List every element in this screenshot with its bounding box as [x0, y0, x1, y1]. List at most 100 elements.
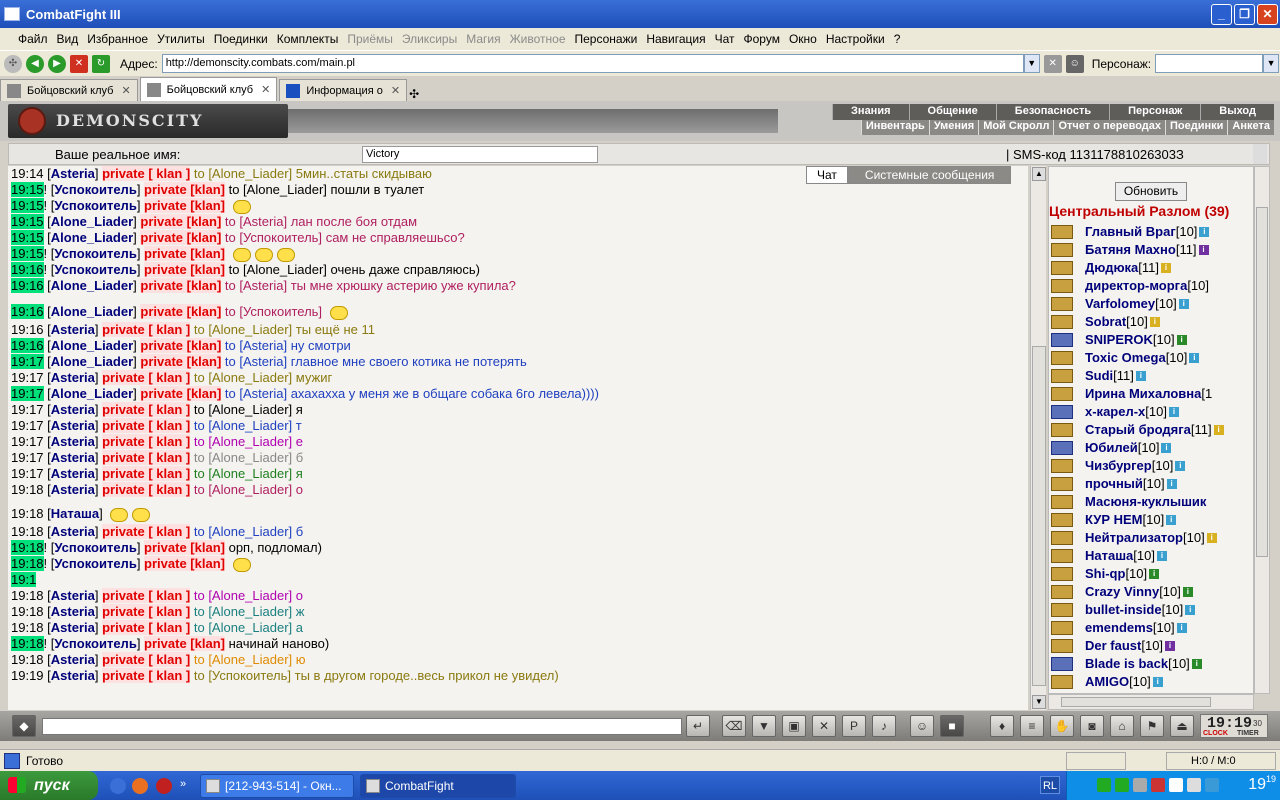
chat-nick[interactable]: Asteria: [51, 450, 95, 465]
tray-at-icon[interactable]: [1169, 778, 1183, 792]
chat-recipient[interactable]: to [Alone_Liader]: [229, 182, 327, 197]
user-action-icon[interactable]: [1051, 423, 1073, 437]
sound-icon[interactable]: ♪: [872, 715, 896, 737]
user-name[interactable]: Varfolomey: [1085, 295, 1155, 313]
chat-nick[interactable]: Успокоитель: [54, 636, 136, 651]
chat-recipient[interactable]: to [Alone_Liader]: [194, 604, 292, 619]
user-action-icon[interactable]: [1051, 585, 1073, 599]
game-nav-link[interactable]: Знания: [832, 104, 908, 120]
send-icon[interactable]: ↵: [686, 715, 710, 737]
private-tag[interactable]: private [klan]: [140, 304, 222, 319]
user-row[interactable]: SNIPEROK [10] i: [1049, 331, 1253, 349]
chat-nick[interactable]: Alone_Liader: [51, 214, 133, 229]
user-name[interactable]: Юбилей: [1085, 439, 1138, 457]
chat-recipient[interactable]: to [Alone_Liader]: [194, 402, 292, 417]
chat-options-icon[interactable]: ◆: [12, 715, 36, 737]
chat-nick[interactable]: Alone_Liader: [51, 386, 133, 401]
user-name[interactable]: Crazy Vinny: [1085, 583, 1159, 601]
chat-time[interactable]: 19:16: [11, 322, 44, 337]
game-nav-link[interactable]: Анкета: [1227, 120, 1274, 135]
chat-time[interactable]: 19:17: [11, 418, 44, 433]
user-action-icon[interactable]: [1051, 387, 1073, 401]
browser-tab[interactable]: Бойцовский клуб ✕: [0, 79, 138, 101]
chat-recipient[interactable]: to [Alone_Liader]: [194, 588, 292, 603]
user-row[interactable]: х-карел-х [10] i: [1049, 403, 1253, 421]
nav-pin-icon[interactable]: ✣: [4, 54, 22, 73]
menu-item[interactable]: Поединки: [214, 32, 268, 46]
stop-chat-icon[interactable]: ■: [940, 715, 964, 737]
menu-item[interactable]: Приёмы: [347, 32, 393, 46]
chat-time[interactable]: 19:17: [11, 370, 44, 385]
private-tag[interactable]: private [ klan ]: [102, 450, 191, 465]
game-nav-link[interactable]: Умения: [928, 120, 978, 135]
chat-time[interactable]: 19:18: [11, 604, 44, 619]
user-name[interactable]: Главный Враг: [1085, 223, 1176, 241]
browser-tab[interactable]: Информация о ✕: [279, 79, 408, 101]
menu-item[interactable]: Утилиты: [157, 32, 205, 46]
user-info-icon[interactable]: i: [1149, 317, 1160, 327]
chat-nick[interactable]: Asteria: [51, 166, 95, 181]
user-info-icon[interactable]: i: [1161, 263, 1172, 273]
chat-recipient[interactable]: to [Alone_Liader]: [194, 652, 292, 667]
private-tag[interactable]: private [klan]: [140, 386, 222, 401]
chat-nick[interactable]: Asteria: [51, 604, 95, 619]
user-info-icon[interactable]: i: [1191, 659, 1202, 669]
chat-nick[interactable]: Наташа: [51, 506, 99, 521]
chat-recipient[interactable]: to [Alone_Liader]: [194, 482, 292, 497]
private-tag[interactable]: private [ klan ]: [102, 402, 191, 417]
private-tag[interactable]: private [ klan ]: [102, 166, 191, 181]
task-item-1[interactable]: CombatFight: [360, 774, 516, 798]
user-action-icon[interactable]: [1051, 297, 1073, 311]
chat-time[interactable]: 19:18: [11, 540, 44, 555]
chat-recipient[interactable]: to [Alone_Liader]: [194, 466, 292, 481]
tray-network-icon[interactable]: [1133, 778, 1147, 792]
private-tag[interactable]: private [klan]: [144, 246, 225, 261]
chat-scroll-thumb[interactable]: [1032, 346, 1046, 686]
user-info-icon[interactable]: i: [1175, 461, 1186, 471]
chat-recipient[interactable]: to [Успокоитель]: [225, 304, 322, 319]
menu-item[interactable]: ?: [894, 32, 901, 46]
private-tag[interactable]: private [ klan ]: [102, 322, 191, 337]
user-action-icon[interactable]: [1051, 639, 1073, 653]
chat-time[interactable]: 19:17: [11, 402, 44, 417]
private-tag[interactable]: private [ klan ]: [102, 588, 191, 603]
user-row[interactable]: Varfolomey [10] i: [1049, 295, 1253, 313]
user-name[interactable]: Чизбургер: [1085, 457, 1152, 475]
chat-recipient[interactable]: to [Alone_Liader]: [194, 524, 292, 539]
user-name[interactable]: Дюдюка: [1085, 259, 1138, 277]
user-action-icon[interactable]: [1051, 261, 1073, 275]
chat-time[interactable]: 19:18: [11, 620, 44, 635]
game-nav-link[interactable]: Безопасность: [995, 104, 1109, 120]
user-name[interactable]: Shi-qp: [1085, 565, 1125, 583]
chat-recipient[interactable]: to [Alone_Liader]: [194, 322, 292, 337]
user-name[interactable]: Масюня-куклышик: [1085, 493, 1206, 511]
user-name[interactable]: Sobrat: [1085, 313, 1126, 331]
user-info-icon[interactable]: i: [1178, 299, 1189, 309]
chat-time[interactable]: 19:14: [11, 166, 44, 181]
game-nav-link[interactable]: Отчет о переводах: [1053, 120, 1165, 135]
user-info-icon[interactable]: i: [1161, 443, 1172, 453]
user-action-icon[interactable]: [1051, 531, 1073, 545]
chat-input[interactable]: [42, 718, 682, 735]
chat-nick[interactable]: Alone_Liader: [51, 354, 133, 369]
user-row[interactable]: Наташа [10] i: [1049, 547, 1253, 565]
private-tag[interactable]: private [klan]: [140, 278, 222, 293]
user-row[interactable]: Дюдюка [11] i: [1049, 259, 1253, 277]
user-action-icon[interactable]: [1051, 567, 1073, 581]
menu-item[interactable]: Избранное: [87, 32, 148, 46]
private-tag[interactable]: private [ klan ]: [102, 668, 191, 683]
chat-recipient[interactable]: to [Alone_Liader]: [194, 450, 292, 465]
user-row[interactable]: Ирина Михаловна [1: [1049, 385, 1253, 403]
chat-recipient[interactable]: to [Asteria]: [225, 278, 287, 293]
user-row[interactable]: Der faust [10] i: [1049, 637, 1253, 655]
chat-time[interactable]: 19:18: [11, 588, 44, 603]
chat-time[interactable]: 19:17: [11, 466, 44, 481]
user-row[interactable]: Юбилей [10] i: [1049, 439, 1253, 457]
chat-nick[interactable]: Asteria: [51, 466, 95, 481]
menu-item[interactable]: Эликсиры: [402, 32, 457, 46]
chat-nick[interactable]: Alone_Liader: [51, 230, 133, 245]
private-tag[interactable]: private [ klan ]: [102, 466, 191, 481]
new-tab-icon[interactable]: ✣: [409, 87, 419, 101]
tray-monitor-icon[interactable]: [1187, 778, 1201, 792]
chat-nick[interactable]: Alone_Liader: [51, 338, 133, 353]
